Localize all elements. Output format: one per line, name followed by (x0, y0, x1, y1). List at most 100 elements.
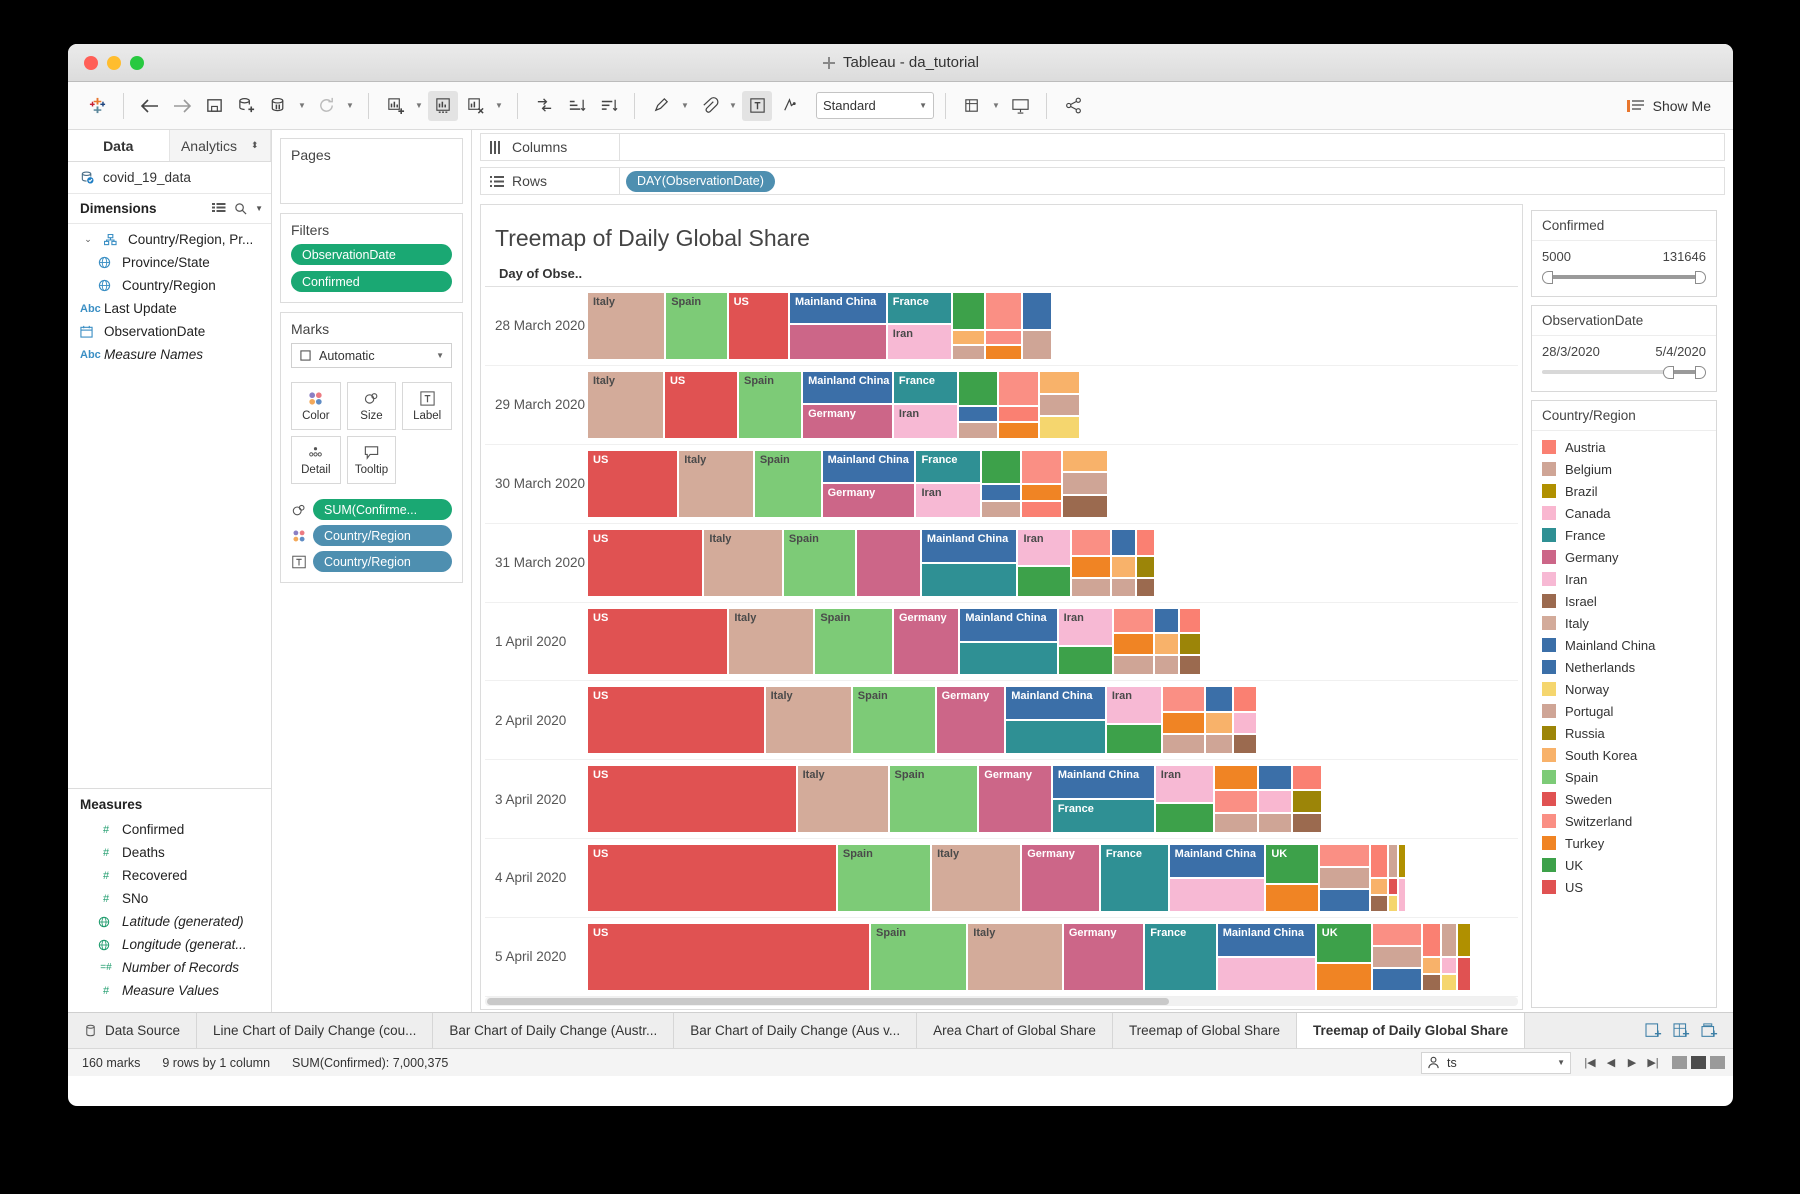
treemap-tile[interactable] (1205, 711, 1234, 734)
treemap-tile[interactable] (1179, 633, 1202, 656)
treemap-tile[interactable] (1457, 923, 1472, 958)
treemap-tile[interactable]: Spain (782, 528, 856, 597)
tableau-home-icon[interactable] (82, 91, 112, 121)
treemap-tile[interactable] (997, 422, 1039, 439)
treemap-tile[interactable]: US (587, 844, 837, 913)
treemap-tile[interactable]: Iran (915, 483, 982, 518)
legend-item[interactable]: Turkey (1532, 832, 1716, 854)
treemap-tile[interactable]: Mainland China (920, 528, 1018, 563)
legend-item[interactable]: UK (1532, 854, 1716, 876)
treemap-tile[interactable] (1205, 686, 1234, 712)
treemap-tile[interactable]: Spain (737, 370, 803, 439)
treemap-tile[interactable] (1071, 555, 1112, 578)
treemap-tile[interactable]: Spain (836, 844, 932, 913)
columns-shelf-drop[interactable] (620, 133, 1725, 161)
fit-grid-icon[interactable] (957, 91, 987, 121)
treemap-tile[interactable] (789, 323, 887, 360)
treemap-tile[interactable]: Italy (728, 607, 815, 676)
dimension-hierarchy-country-region[interactable]: ⌄ Country/Region, Pr... (68, 228, 271, 251)
legend-item[interactable]: US (1532, 876, 1716, 898)
treemap-tile[interactable] (1105, 724, 1163, 755)
treemap-tile[interactable] (1136, 577, 1155, 597)
legend-item[interactable]: Belgium (1532, 458, 1716, 480)
treemap-tile[interactable]: Italy (703, 528, 783, 597)
mark-pill-country-region-color[interactable]: Country/Region (313, 525, 452, 546)
new-data-source-icon[interactable] (231, 91, 261, 121)
worksheet-tab-5[interactable]: Treemap of Global Share (1112, 1013, 1298, 1048)
pause-data-source-icon[interactable] (263, 91, 293, 121)
treemap-tile[interactable] (1062, 449, 1109, 473)
rows-pill-day-observationdate[interactable]: DAY(ObservationDate) (626, 170, 775, 192)
refresh-dropdown-caret-icon[interactable]: ▼ (343, 101, 357, 110)
worksheet-tab-4[interactable]: Area Chart of Global Share (917, 1013, 1113, 1048)
treemap-tile[interactable] (1153, 607, 1180, 634)
highlight-caret-icon[interactable]: ▼ (678, 101, 692, 110)
measure-recovered[interactable]: # Recovered (68, 864, 271, 887)
treemap-tile[interactable] (997, 406, 1039, 423)
treemap-tile[interactable] (1388, 895, 1399, 913)
legend-item[interactable]: Spain (1532, 766, 1716, 788)
treemap-tile[interactable] (1038, 416, 1081, 439)
treemap-tile[interactable] (1388, 878, 1399, 896)
treemap-tile[interactable] (1213, 789, 1258, 813)
dimension-observationdate[interactable]: ObservationDate (68, 320, 271, 343)
treemap-tile[interactable] (985, 344, 1022, 360)
treemap-tile[interactable] (1205, 733, 1234, 755)
attach-icon[interactable] (694, 91, 724, 121)
treemap-tile[interactable] (951, 292, 986, 331)
treemap-tile[interactable]: Mainland China (959, 607, 1058, 642)
treemap-tile[interactable] (1111, 577, 1137, 597)
legend-item[interactable]: Portugal (1532, 700, 1716, 722)
treemap-tile[interactable] (1179, 655, 1202, 676)
pages-card[interactable]: Pages (280, 138, 463, 204)
treemap-tile[interactable]: Spain (851, 686, 936, 755)
treemap-tile[interactable] (1162, 733, 1206, 755)
measure-deaths[interactable]: # Deaths (68, 841, 271, 864)
treemap-tile[interactable] (1154, 803, 1214, 834)
treemap-tile[interactable]: France (1099, 844, 1169, 913)
view-mode-buttons[interactable] (1672, 1056, 1725, 1069)
treemap-tile[interactable] (951, 344, 986, 360)
treemap-tile[interactable]: Iran (886, 323, 952, 360)
treemap-tile[interactable] (1441, 923, 1458, 958)
date-filter-slider[interactable] (1542, 365, 1706, 379)
treemap-tile[interactable]: Italy (967, 923, 1063, 992)
show-labels-icon[interactable] (742, 90, 772, 121)
treemap-tile[interactable]: Spain (888, 765, 979, 834)
measure-measure-values[interactable]: # Measure Values (68, 979, 271, 1002)
duplicate-worksheet-icon[interactable] (428, 90, 458, 121)
treemap-tile[interactable] (958, 422, 998, 439)
fit-select[interactable]: Standard ▼ (816, 92, 934, 119)
treemap-tile[interactable] (1162, 711, 1206, 734)
worksheet-tab-1[interactable]: Line Chart of Daily Change (cou... (197, 1013, 434, 1048)
slider-handle-right[interactable] (1695, 271, 1706, 284)
nav-prev-icon[interactable]: ◀ (1602, 1056, 1620, 1069)
worksheet-tab-0[interactable]: Data Source (68, 1013, 198, 1048)
treemap-tile[interactable] (1421, 957, 1442, 975)
search-icon[interactable] (234, 202, 247, 215)
treemap-tile[interactable] (1398, 844, 1407, 879)
treemap-tile[interactable] (1005, 720, 1106, 755)
treemap-tile[interactable] (951, 330, 986, 345)
share-icon[interactable] (1058, 91, 1088, 121)
treemap-tile[interactable] (981, 500, 1021, 518)
legend-item[interactable]: Iran (1532, 568, 1716, 590)
clear-worksheet-icon[interactable] (460, 91, 490, 121)
tab-data[interactable]: Data (68, 130, 170, 161)
treemap-tile[interactable] (1291, 812, 1323, 834)
mark-pill-country-region-label[interactable]: Country/Region (313, 551, 452, 572)
treemap-tile[interactable]: Spain (814, 607, 893, 676)
treemap-tile[interactable] (1112, 607, 1154, 634)
clear-dropdown-caret-icon[interactable]: ▼ (492, 101, 506, 110)
tab-analytics[interactable]: Analytics ⬍ (169, 130, 271, 161)
treemap-tile[interactable] (1257, 765, 1292, 790)
treemap-tile[interactable] (920, 562, 1018, 597)
treemap-tile[interactable]: US (587, 449, 679, 518)
worksheet-tab-3[interactable]: Bar Chart of Daily Change (Aus v... (674, 1013, 918, 1048)
new-story-tab-icon[interactable] (1697, 1018, 1723, 1044)
treemap-tile[interactable]: France (1051, 799, 1155, 834)
treemap-tile[interactable]: Germany (802, 404, 893, 439)
treemap-tile[interactable]: US (663, 370, 738, 439)
fit-grid-caret-icon[interactable]: ▼ (989, 101, 1003, 110)
treemap-tile[interactable]: France (892, 370, 959, 405)
